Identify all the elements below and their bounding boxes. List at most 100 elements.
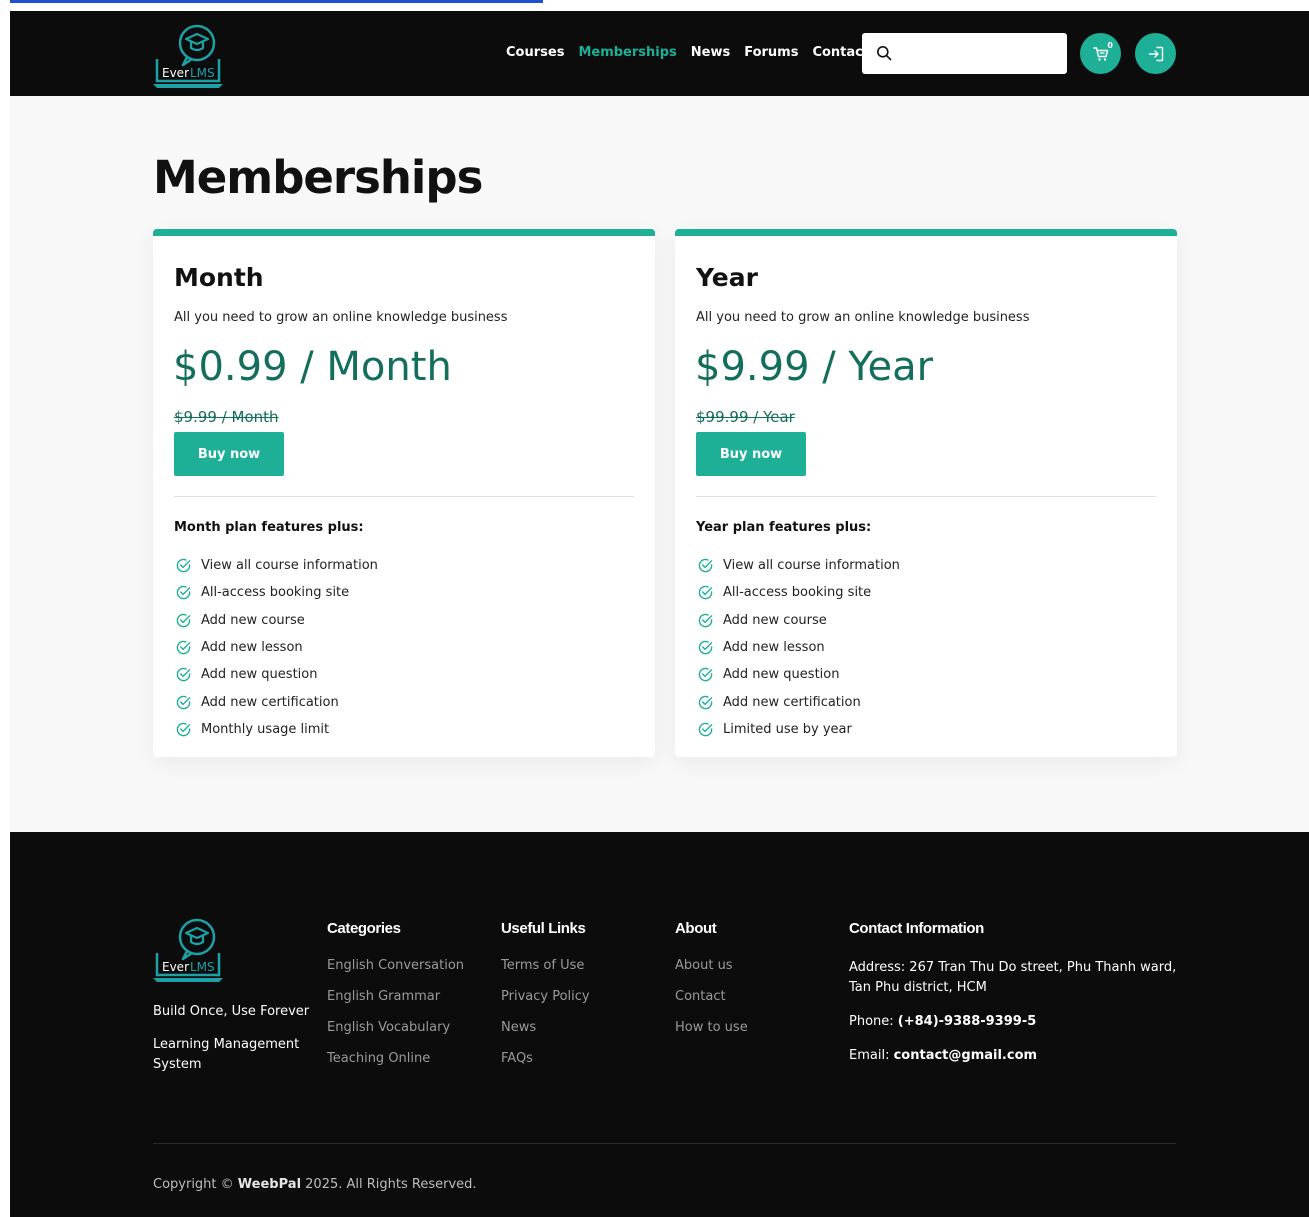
site-logo[interactable]: Ever LMS bbox=[153, 21, 223, 89]
page: Ever LMS Courses Memberships News Forums… bbox=[10, 11, 1309, 1217]
logo-text-lms: LMS bbox=[190, 960, 215, 974]
feature-label: Add new lesson bbox=[201, 640, 303, 656]
feature-label: Add new certification bbox=[723, 694, 861, 710]
feature-label: Add new course bbox=[723, 612, 827, 628]
card-divider bbox=[174, 496, 634, 497]
contact-email-label: Email: bbox=[849, 1048, 890, 1063]
search-icon[interactable] bbox=[876, 45, 892, 61]
search-box bbox=[862, 33, 1067, 74]
nav-forums[interactable]: Forums bbox=[744, 45, 798, 60]
check-circle-icon bbox=[698, 668, 713, 682]
feature-label: Add new certification bbox=[201, 694, 339, 710]
page-title: Memberships bbox=[153, 151, 483, 204]
plan-old-price: $99.99 / Year bbox=[696, 408, 795, 426]
feature-label: Monthly usage limit bbox=[201, 721, 330, 737]
feature-label: Limited use by year bbox=[723, 721, 852, 737]
feature-item: View all course information bbox=[174, 552, 378, 579]
check-circle-icon bbox=[176, 640, 191, 655]
feature-label: View all course information bbox=[723, 558, 900, 574]
footer-contact: Contact Information Address: 267 Tran Th… bbox=[849, 920, 1179, 1080]
feature-item: Add new certification bbox=[696, 688, 900, 715]
footer-subtagline: Learning Management System bbox=[153, 1037, 300, 1072]
footer-link[interactable]: English Vocabulary bbox=[327, 1020, 464, 1051]
buy-now-button[interactable]: Buy now bbox=[174, 432, 284, 476]
nav-news[interactable]: News bbox=[691, 45, 730, 60]
logo-text-ever: Ever bbox=[162, 960, 189, 974]
footer-link[interactable]: News bbox=[501, 1020, 590, 1051]
main-nav: Courses Memberships News Forums Contact … bbox=[506, 45, 892, 60]
contact-phone-value[interactable]: (+84)-9388-9399-5 bbox=[898, 1014, 1036, 1029]
logo-text-lms: LMS bbox=[190, 66, 215, 80]
nav-memberships[interactable]: Memberships bbox=[578, 45, 676, 60]
footer-link[interactable]: Teaching Online bbox=[327, 1051, 464, 1082]
nav-courses[interactable]: Courses bbox=[506, 45, 564, 60]
footer-logo[interactable]: Ever LMS bbox=[153, 915, 223, 983]
copyright-brand[interactable]: WeebPal bbox=[238, 1177, 301, 1192]
page-load-progress-bar bbox=[10, 0, 543, 3]
site-footer: Ever LMS Build Once, Use Forever Learnin… bbox=[10, 832, 1309, 1217]
footer-heading: Useful Links bbox=[501, 920, 586, 937]
logo-text-ever: Ever bbox=[162, 66, 189, 80]
footer-link[interactable]: Privacy Policy bbox=[501, 989, 590, 1020]
footer-heading: Categories bbox=[327, 920, 401, 937]
plan-card-year: Year All you need to grow an online know… bbox=[675, 229, 1177, 757]
check-circle-icon bbox=[176, 586, 191, 600]
feature-item: All-access booking site bbox=[696, 579, 900, 606]
copyright-prefix: Copyright © bbox=[153, 1177, 234, 1192]
feature-label: Add new lesson bbox=[723, 640, 825, 656]
feature-item: Limited use by year bbox=[696, 716, 900, 743]
check-circle-icon bbox=[176, 695, 191, 709]
everlms-logo-icon: Ever LMS bbox=[153, 918, 223, 982]
footer-about: About About us Contact How to use bbox=[675, 920, 748, 1051]
check-circle-icon bbox=[698, 558, 713, 573]
feature-label: View all course information bbox=[201, 558, 378, 574]
footer-link[interactable]: English Conversation bbox=[327, 958, 464, 989]
contact-email-value[interactable]: contact@gmail.com bbox=[894, 1048, 1037, 1063]
check-circle-icon bbox=[176, 558, 191, 573]
plan-description: All you need to grow an online knowledge… bbox=[174, 310, 508, 325]
plan-name: Year bbox=[696, 263, 758, 292]
plan-card-month: Month All you need to grow an online kno… bbox=[153, 229, 655, 757]
feature-list: View all course information All-access b… bbox=[696, 552, 900, 743]
footer-link[interactable]: Terms of Use bbox=[501, 958, 590, 989]
footer-heading: About bbox=[675, 920, 717, 937]
card-divider bbox=[696, 496, 1156, 497]
footer-link[interactable]: Contact bbox=[675, 989, 748, 1020]
feature-label: Add new question bbox=[723, 667, 840, 683]
feature-label: All-access booking site bbox=[723, 585, 872, 601]
footer-link[interactable]: FAQs bbox=[501, 1051, 590, 1082]
buy-now-button[interactable]: Buy now bbox=[696, 432, 806, 476]
cart-button[interactable]: 0 bbox=[1080, 33, 1121, 74]
check-circle-icon bbox=[698, 695, 713, 709]
search-input[interactable] bbox=[902, 41, 1060, 65]
check-circle-icon bbox=[698, 613, 713, 628]
feature-item: View all course information bbox=[696, 552, 900, 579]
feature-label: All-access booking site bbox=[201, 585, 350, 601]
feature-item: Add new course bbox=[696, 607, 900, 634]
feature-item: All-access booking site bbox=[174, 579, 378, 606]
contact-phone-label: Phone: bbox=[849, 1014, 894, 1029]
feature-label: Add new course bbox=[201, 612, 305, 628]
contact-address: Address: 267 Tran Thu Do street, Phu Tha… bbox=[849, 958, 1179, 998]
feature-list: View all course information All-access b… bbox=[174, 552, 378, 743]
copyright-suffix: 2025. All Rights Reserved. bbox=[301, 1177, 477, 1192]
footer-heading: Contact Information bbox=[849, 920, 984, 937]
footer-link[interactable]: About us bbox=[675, 958, 748, 989]
plan-old-price: $9.99 / Month bbox=[174, 408, 279, 426]
check-circle-icon bbox=[698, 722, 713, 737]
cart-count-badge: 0 bbox=[1107, 41, 1113, 50]
feature-item: Add new lesson bbox=[174, 634, 378, 661]
feature-item: Add new question bbox=[696, 661, 900, 688]
check-circle-icon bbox=[176, 722, 191, 737]
site-header: Ever LMS Courses Memberships News Forums… bbox=[10, 11, 1309, 96]
footer-link[interactable]: How to use bbox=[675, 1020, 748, 1051]
features-title: Month plan features plus: bbox=[174, 520, 364, 535]
footer-link[interactable]: English Grammar bbox=[327, 989, 464, 1020]
check-circle-icon bbox=[176, 613, 191, 628]
feature-item: Add new lesson bbox=[696, 634, 900, 661]
plan-price: $0.99 / Month bbox=[173, 344, 452, 390]
feature-item: Add new certification bbox=[174, 688, 378, 715]
login-button[interactable] bbox=[1135, 33, 1176, 74]
login-icon bbox=[1148, 46, 1163, 61]
check-circle-icon bbox=[176, 668, 191, 682]
